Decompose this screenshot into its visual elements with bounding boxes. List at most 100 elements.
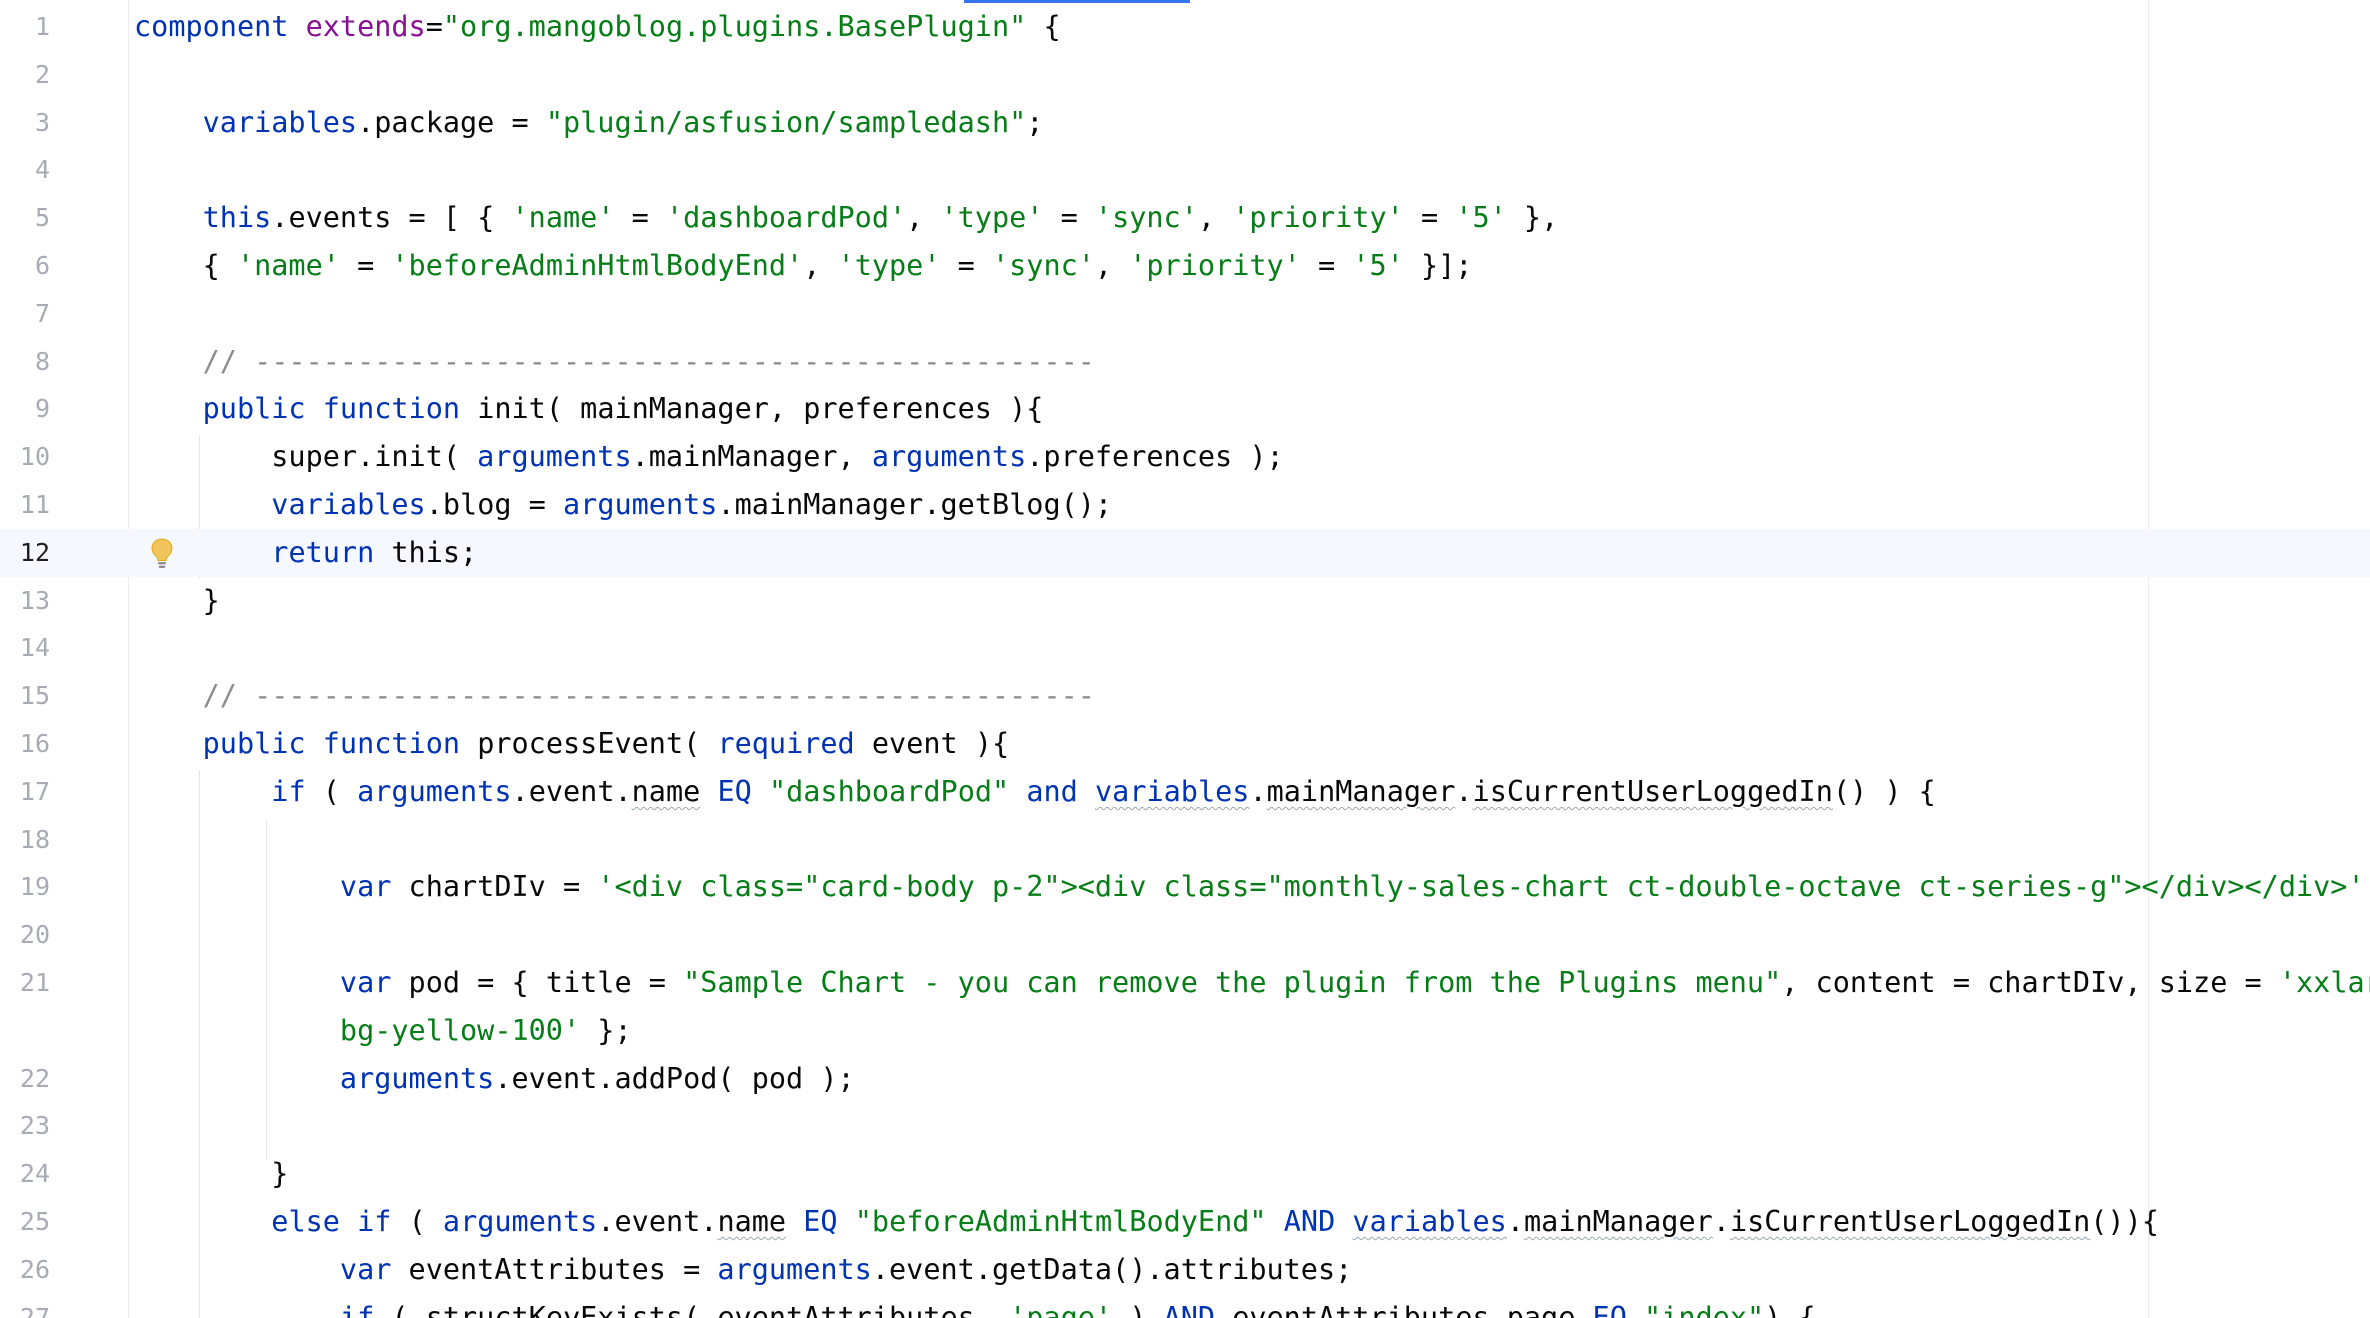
line-number[interactable]: 20	[0, 911, 50, 959]
code-text[interactable]: variables.blog = arguments.mainManager.g…	[134, 481, 1112, 529]
line-number[interactable]: 9	[0, 385, 50, 433]
line-number[interactable]: 17	[0, 768, 50, 816]
code-text[interactable]: }	[134, 577, 220, 625]
code-token: public	[202, 392, 306, 426]
line-number[interactable]: 5	[0, 194, 50, 242]
code-text[interactable]: variables.package = "plugin/asfusion/sam…	[134, 99, 1044, 147]
code-text[interactable]: var pod = { title = "Sample Chart - you …	[134, 959, 2370, 1007]
code-token: .	[1249, 774, 1267, 808]
line-number[interactable]: 14	[0, 624, 50, 672]
code-editor[interactable]: 1 component extends="org.mangoblog.plugin…	[0, 0, 2370, 1318]
code-line[interactable]: 10 super.init( arguments.mainManager, ar…	[0, 433, 2370, 481]
code-line[interactable]: bg-yellow-100' };	[0, 1007, 2370, 1055]
code-text[interactable]: super.init( arguments.mainManager, argum…	[134, 433, 1283, 481]
code-line[interactable]: 2	[0, 51, 2370, 99]
line-number[interactable]: 4	[0, 146, 50, 194]
code-token: () ) {	[1832, 774, 1936, 808]
code-token: .event.addPod( pod );	[494, 1061, 855, 1095]
line-number[interactable]: 6	[0, 242, 50, 290]
line-number[interactable]: 22	[0, 1055, 50, 1103]
code-line[interactable]: 6 { 'name' = 'beforeAdminHtmlBodyEnd', '…	[0, 242, 2370, 290]
code-token: =	[1043, 201, 1095, 235]
line-number[interactable]: 24	[0, 1150, 50, 1198]
line-number[interactable]: 19	[0, 863, 50, 911]
code-text[interactable]: { 'name' = 'beforeAdminHtmlBodyEnd', 'ty…	[134, 242, 1473, 290]
code-line[interactable]: 17 if ( arguments.event.name EQ "dashboa…	[0, 768, 2370, 816]
code-token: , content = chartDIv, size =	[1781, 966, 2279, 999]
line-number[interactable]: 21	[0, 959, 50, 1007]
code-line[interactable]: 15 // ----------------------------------…	[0, 672, 2370, 720]
code-text[interactable]: public function processEvent( required e…	[134, 720, 1010, 768]
code-token: =	[339, 249, 392, 282]
line-number[interactable]: 3	[0, 99, 50, 147]
line-number[interactable]: 7	[0, 290, 50, 338]
code-line[interactable]: 7	[0, 290, 2370, 338]
line-number[interactable]: 18	[0, 816, 50, 864]
code-line[interactable]: 5 this.events = [ { 'name' = 'dashboardP…	[0, 194, 2370, 242]
line-number[interactable]: 15	[0, 672, 50, 720]
code-line[interactable]: 25 else if ( arguments.event.name EQ "be…	[0, 1198, 2370, 1246]
code-line[interactable]: 20	[0, 911, 2370, 959]
code-line[interactable]: 13 }	[0, 577, 2370, 625]
code-token: ,	[1094, 249, 1130, 282]
code-line[interactable]: 4	[0, 146, 2370, 194]
code-line[interactable]: 11 variables.blog = arguments.mainManage…	[0, 481, 2370, 529]
code-text[interactable]: // -------------------------------------…	[134, 672, 1095, 720]
line-number[interactable]: 2	[0, 51, 50, 99]
code-line[interactable]: 21 var pod = { title = "Sample Chart - y…	[0, 959, 2370, 1007]
code-text[interactable]: var chartDIv = '<div class="card-body p-…	[134, 863, 2370, 911]
line-number[interactable]: 25	[0, 1198, 50, 1246]
code-text[interactable]: component extends="org.mangoblog.plugins…	[134, 3, 1061, 51]
code-text[interactable]: bg-yellow-100' };	[134, 1007, 632, 1055]
line-number[interactable]: 13	[0, 577, 50, 625]
line-number[interactable]: 11	[0, 481, 50, 529]
code-line[interactable]: 16 public function processEvent( require…	[0, 720, 2370, 768]
code-line[interactable]: 9 public function init( mainManager, pre…	[0, 385, 2370, 433]
code-line[interactable]: 14	[0, 624, 2370, 672]
code-line[interactable]: 24 }	[0, 1150, 2370, 1198]
code-line[interactable]: 26 var eventAttributes = arguments.event…	[0, 1246, 2370, 1294]
code-token: EQ	[803, 1205, 838, 1238]
code-line[interactable]: 8 // -----------------------------------…	[0, 338, 2370, 386]
lightbulb-icon[interactable]	[150, 537, 174, 571]
line-number[interactable]: 26	[0, 1246, 50, 1294]
code-line[interactable]: 12 return this;	[0, 528, 2370, 577]
code-text[interactable]: }	[134, 1150, 288, 1198]
code-text[interactable]: return this;	[134, 529, 477, 577]
code-text[interactable]: // -------------------------------------…	[134, 338, 1095, 386]
code-token: variables	[1095, 774, 1250, 808]
code-text[interactable]: if ( arguments.event.name EQ "dashboardP…	[134, 768, 1936, 816]
code-text[interactable]: this.events = [ { 'name' = 'dashboardPod…	[134, 194, 1559, 242]
code-text[interactable]: var eventAttributes = arguments.event.ge…	[134, 1246, 1352, 1294]
code-line[interactable]: 27 if ( structKeyExists( eventAttributes…	[0, 1294, 2370, 1318]
code-token: .mainManager,	[631, 440, 872, 474]
line-number[interactable]: 27	[0, 1294, 50, 1318]
code-line[interactable]: 19 var chartDIv = '<div class="card-body…	[0, 863, 2370, 911]
line-number[interactable]: 1	[0, 3, 50, 51]
code-text[interactable]: public function init( mainManager, prefe…	[134, 385, 1044, 433]
line-number[interactable]: 10	[0, 433, 50, 481]
code-text[interactable]: arguments.event.addPod( pod );	[134, 1055, 855, 1103]
code-line[interactable]: 22 arguments.event.addPod( pod );	[0, 1055, 2370, 1103]
code-token: name	[631, 774, 701, 808]
code-text[interactable]: else if ( arguments.event.name EQ "befor…	[134, 1198, 2159, 1246]
line-number[interactable]: 23	[0, 1102, 50, 1150]
code-line[interactable]: 18	[0, 816, 2370, 864]
line-number[interactable]: 16	[0, 720, 50, 768]
code-line[interactable]: 1 component extends="org.mangoblog.plugin…	[0, 3, 2370, 51]
code-line[interactable]: 3 variables.package = "plugin/asfusion/s…	[0, 99, 2370, 147]
code-token: .event.getData().attributes;	[871, 1252, 1353, 1286]
code-text[interactable]: if ( structKeyExists( eventAttributes, '…	[134, 1294, 1816, 1318]
code-token: arguments	[357, 774, 512, 808]
code-token: (	[305, 774, 358, 808]
code-token: function	[322, 727, 461, 760]
line-number[interactable]: 8	[0, 338, 50, 386]
line-number[interactable]: 12	[0, 529, 50, 577]
code-token: 'type'	[940, 201, 1044, 235]
code-line[interactable]: 23	[0, 1102, 2370, 1150]
